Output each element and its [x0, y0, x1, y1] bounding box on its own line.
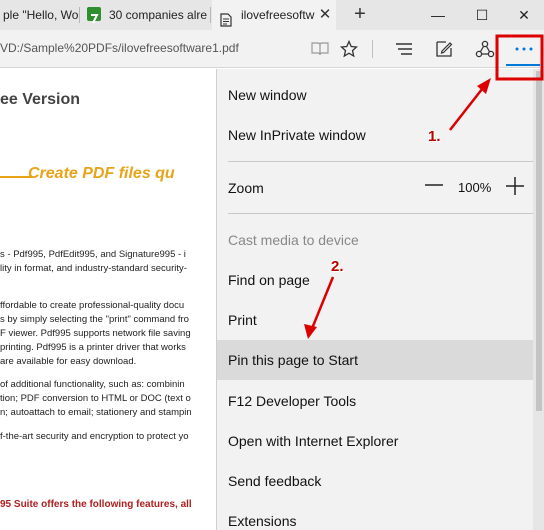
more-actions-button[interactable]	[509, 34, 539, 64]
tab-bar: ple "Hello, Wo 30 companies alre ilovefr…	[0, 0, 544, 30]
tab-hello[interactable]: ple "Hello, Wo	[0, 0, 80, 30]
more-actions-underline	[506, 64, 540, 66]
menu-item-print[interactable]: Print	[217, 300, 533, 340]
tab-companies[interactable]: 30 companies alre	[81, 0, 211, 30]
pdf-text-line: tion; PDF conversion to HTML or DOC (tex…	[0, 393, 191, 404]
url-field[interactable]: VD:/Sample%20PDFs/ilovefreesoftware1.pdf	[0, 41, 239, 55]
tab-divider	[210, 7, 211, 23]
menu-divider	[228, 213, 533, 214]
pdf-text-line: f-the-art security and encryption to pro…	[0, 431, 189, 442]
menu-item-cast-media: Cast media to device	[228, 232, 359, 248]
pdf-text-line: n; autoattach to email; stationery and s…	[0, 407, 192, 418]
menu-item-open-with-ie[interactable]: Open with Internet Explorer	[217, 421, 533, 461]
zoom-in-button[interactable]	[504, 175, 526, 197]
new-tab-button[interactable]: +	[348, 0, 372, 30]
menu-item-pin-to-start[interactable]: Pin this page to Start	[217, 340, 533, 380]
favorites-star-icon[interactable]	[334, 34, 364, 64]
toolbar-divider	[372, 40, 373, 58]
address-bar: VD:/Sample%20PDFs/ilovefreesoftware1.pdf	[0, 30, 544, 68]
favicon-icon	[87, 7, 101, 24]
close-tab-icon[interactable]: ✕	[315, 0, 335, 30]
share-icon[interactable]	[470, 34, 500, 64]
pdf-text-line: ffordable to create professional-quality…	[0, 300, 185, 311]
more-actions-menu: New window New InPrivate window Zoom 100…	[216, 69, 544, 530]
tab-label: ilovefreesoftw	[241, 8, 315, 22]
pdf-text-line: s by simply selecting the "print" comman…	[0, 314, 189, 325]
zoom-level: 100%	[458, 180, 492, 195]
menu-item-new-window[interactable]: New window	[217, 75, 533, 115]
menu-item-f12-developer-tools[interactable]: F12 Developer Tools	[217, 381, 533, 421]
menu-scrollbar-thumb[interactable]	[536, 71, 542, 411]
tab-label: ple "Hello, Wo	[3, 8, 79, 22]
pdf-document: ee Version Create PDF files qu s - Pdf99…	[0, 69, 216, 530]
pdf-text-line: of additional functionality, such as: co…	[0, 379, 185, 390]
pdf-text-line: printing. Pdf995 is a printer driver tha…	[0, 342, 186, 353]
hub-icon[interactable]	[389, 34, 419, 64]
pdf-text-line: s - Pdf995, PdfEdit995, and Signature995…	[0, 249, 186, 260]
maximize-button[interactable]: ☐	[460, 0, 504, 30]
pdf-text-line: lity in format, and industry-standard se…	[0, 263, 187, 274]
web-note-icon[interactable]	[429, 34, 459, 64]
menu-item-send-feedback[interactable]: Send feedback	[217, 461, 533, 501]
close-window-button[interactable]: ✕	[502, 0, 544, 30]
pdf-title: ee Version	[0, 91, 81, 108]
menu-item-new-inprivate[interactable]: New InPrivate window	[217, 115, 533, 155]
menu-item-find-on-page[interactable]: Find on page	[217, 260, 533, 300]
tab-divider	[79, 7, 80, 23]
menu-divider	[228, 161, 533, 162]
annotation-step-1: 1.	[428, 128, 441, 145]
pdf-text-line: are available for easy download.	[0, 356, 137, 367]
tab-label: 30 companies alre	[109, 8, 208, 22]
reading-view-icon[interactable]	[305, 34, 335, 64]
pdf-file-icon	[220, 8, 232, 30]
pdf-footer-text: 95 Suite offers the following features, …	[0, 499, 192, 510]
pdf-banner: Create PDF files qu	[28, 165, 175, 182]
zoom-out-button[interactable]	[423, 174, 445, 196]
menu-item-extensions[interactable]: Extensions	[217, 501, 533, 530]
minimize-button[interactable]: —	[416, 0, 460, 30]
pdf-text-line: F viewer. Pdf995 supports network file s…	[0, 328, 191, 339]
annotation-step-2: 2.	[331, 258, 344, 275]
